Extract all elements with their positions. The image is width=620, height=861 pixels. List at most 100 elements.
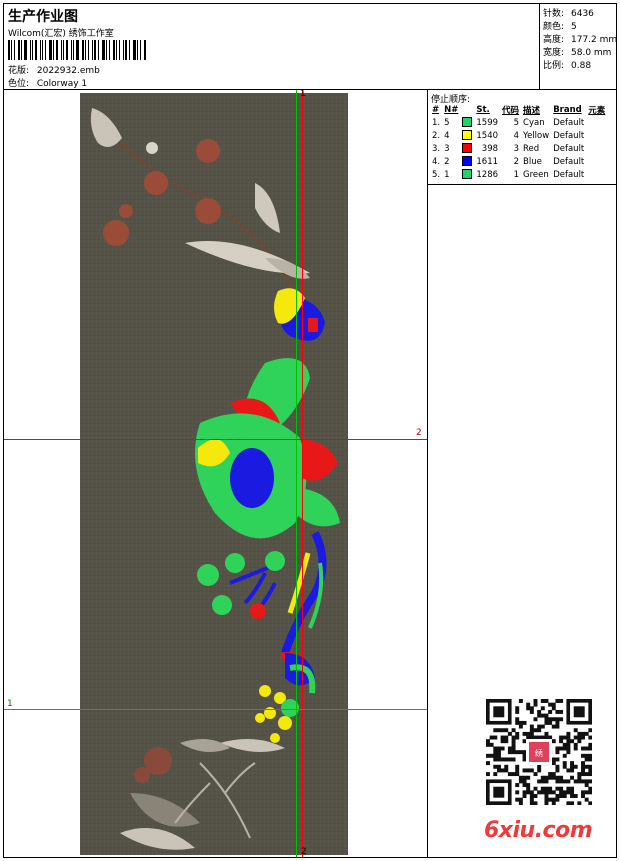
- barcode-bar: [61, 40, 62, 60]
- table-row: 4. 2 1611 2 Blue Default: [430, 155, 607, 168]
- stat-width: 宽度: 58.0 mm: [543, 48, 612, 58]
- design-file-value: 2022932.emb: [36, 66, 100, 76]
- col-element: 元素: [588, 106, 606, 116]
- barcode-bar: [11, 40, 12, 60]
- row-index: 2.: [432, 130, 441, 141]
- row-needle: 5: [444, 117, 450, 128]
- row-index: 4.: [432, 156, 441, 167]
- row-element: [586, 168, 607, 181]
- barcode-bar: [63, 40, 64, 60]
- col-needle: N#: [444, 105, 459, 115]
- color-swatch: [462, 143, 473, 154]
- color-swatch: [462, 130, 473, 141]
- sheet-title: 生产作业图: [8, 9, 78, 25]
- barcode-bar: [45, 40, 46, 60]
- table-row: 3. 3 398 3 Red Default: [430, 142, 607, 155]
- svg-text:绣: 绣: [535, 748, 543, 758]
- col-stitches: St.: [476, 105, 490, 115]
- barcode-bar: [109, 40, 110, 60]
- row-stitches: 1611: [476, 156, 499, 167]
- guide-label-right: 2: [416, 428, 422, 438]
- table-row: 2. 4 1540 4 Yellow Default: [430, 129, 607, 142]
- row-code: 4: [513, 130, 520, 141]
- embroidery-artwork: [80, 93, 348, 855]
- stat-scale: 比例: 0.88: [543, 61, 592, 71]
- barcode-bar: [129, 40, 130, 60]
- barcode-bar: [94, 40, 96, 60]
- row-desc: Blue: [523, 156, 542, 167]
- barcode-bar: [119, 40, 120, 60]
- colorway-label: 色位:: [8, 79, 30, 89]
- barcode-bar: [71, 40, 72, 60]
- header: 生产作业图 Wilcom(汇宏) 绣饰工作室 花版: 2022932.emb 色…: [4, 4, 540, 90]
- embroidery-preview: [80, 93, 348, 855]
- barcode-bar: [14, 40, 15, 60]
- row-swatch: [460, 129, 474, 142]
- barcode-bar: [82, 40, 84, 60]
- design-file-label: 花版:: [8, 66, 30, 76]
- vertical-guide-green: [296, 90, 297, 857]
- col-desc: 描述: [523, 106, 541, 116]
- color-swatch: [462, 169, 473, 180]
- row-index: 5.: [432, 169, 441, 180]
- col-swatch: [460, 104, 474, 116]
- row-desc: Cyan: [523, 117, 545, 128]
- col-code: 代码: [502, 106, 520, 116]
- studio-name: Wilcom(汇宏) 绣饰工作室: [8, 29, 114, 39]
- row-code: 1: [513, 169, 520, 180]
- barcode-bar: [35, 40, 37, 60]
- colorway-value: Colorway 1: [36, 79, 88, 89]
- print-sheet: 生产作业图 Wilcom(汇宏) 绣饰工作室 花版: 2022932.emb 色…: [3, 3, 617, 858]
- stat-colors: 颜色: 5: [543, 22, 577, 32]
- barcode-bar: [106, 40, 107, 60]
- guide-label-bottom: 2: [301, 847, 307, 857]
- barcode-bar: [21, 40, 22, 60]
- color-swatch: [462, 156, 473, 167]
- horizontal-guide-red: [4, 439, 427, 440]
- row-brand: Default: [553, 130, 585, 141]
- col-index: #: [432, 105, 440, 115]
- row-stitches: 1599: [476, 117, 499, 128]
- barcode-bar: [18, 40, 20, 60]
- barcode-bar: [102, 40, 105, 60]
- barcode-bar: [56, 40, 58, 60]
- vertical-guide-red: [302, 90, 303, 857]
- barcode-bar: [49, 40, 52, 60]
- row-needle: 2: [444, 156, 450, 167]
- barcode-bar: [88, 40, 89, 60]
- row-code: 5: [513, 117, 520, 128]
- barcode-bar: [73, 40, 74, 60]
- stop-sequence-table: # N# St. 代码 描述 Brand 元素 1. 5 1599 5 Cyan Defa…: [430, 104, 607, 181]
- row-brand: Default: [553, 143, 585, 154]
- row-needle: 1: [444, 169, 450, 180]
- design-stats: 针数: 6436 颜色: 5 高度: 177.2 mm 宽度: 58.0 mm 比例: 0…: [540, 4, 618, 90]
- stat-height: 高度: 177.2 mm: [543, 35, 618, 45]
- row-needle: 4: [444, 130, 450, 141]
- barcode-bar: [24, 40, 27, 60]
- table-row: 1. 5 1599 5 Cyan Default: [430, 116, 607, 129]
- row-swatch: [460, 142, 474, 155]
- row-desc: Yellow: [523, 130, 550, 141]
- row-index: 3.: [432, 143, 441, 154]
- barcode-bar: [113, 40, 115, 60]
- col-brand: Brand: [553, 105, 582, 115]
- row-desc: Red: [523, 143, 540, 154]
- table-row: 5. 1 1286 1 Green Default: [430, 168, 607, 181]
- table-header-row: # N# St. 代码 描述 Brand 元素: [430, 104, 607, 116]
- design-preview[interactable]: 1 2 2 1: [4, 90, 428, 857]
- barcode-bar: [32, 40, 33, 60]
- design-file-row: 花版: 2022932.emb: [8, 63, 100, 76]
- row-swatch: [460, 116, 474, 129]
- row-stitches: 1286: [476, 169, 499, 180]
- row-brand: Default: [553, 156, 585, 167]
- barcode: [8, 40, 148, 60]
- barcode-bar: [40, 40, 41, 60]
- barcode-bar: [137, 40, 138, 60]
- color-swatch: [462, 117, 473, 128]
- guide-label-left: 1: [7, 699, 13, 709]
- row-stitches: 398: [481, 143, 499, 154]
- barcode-bar: [8, 40, 10, 60]
- barcode-bar: [30, 40, 31, 60]
- row-swatch: [460, 155, 474, 168]
- barcode-bar: [133, 40, 136, 60]
